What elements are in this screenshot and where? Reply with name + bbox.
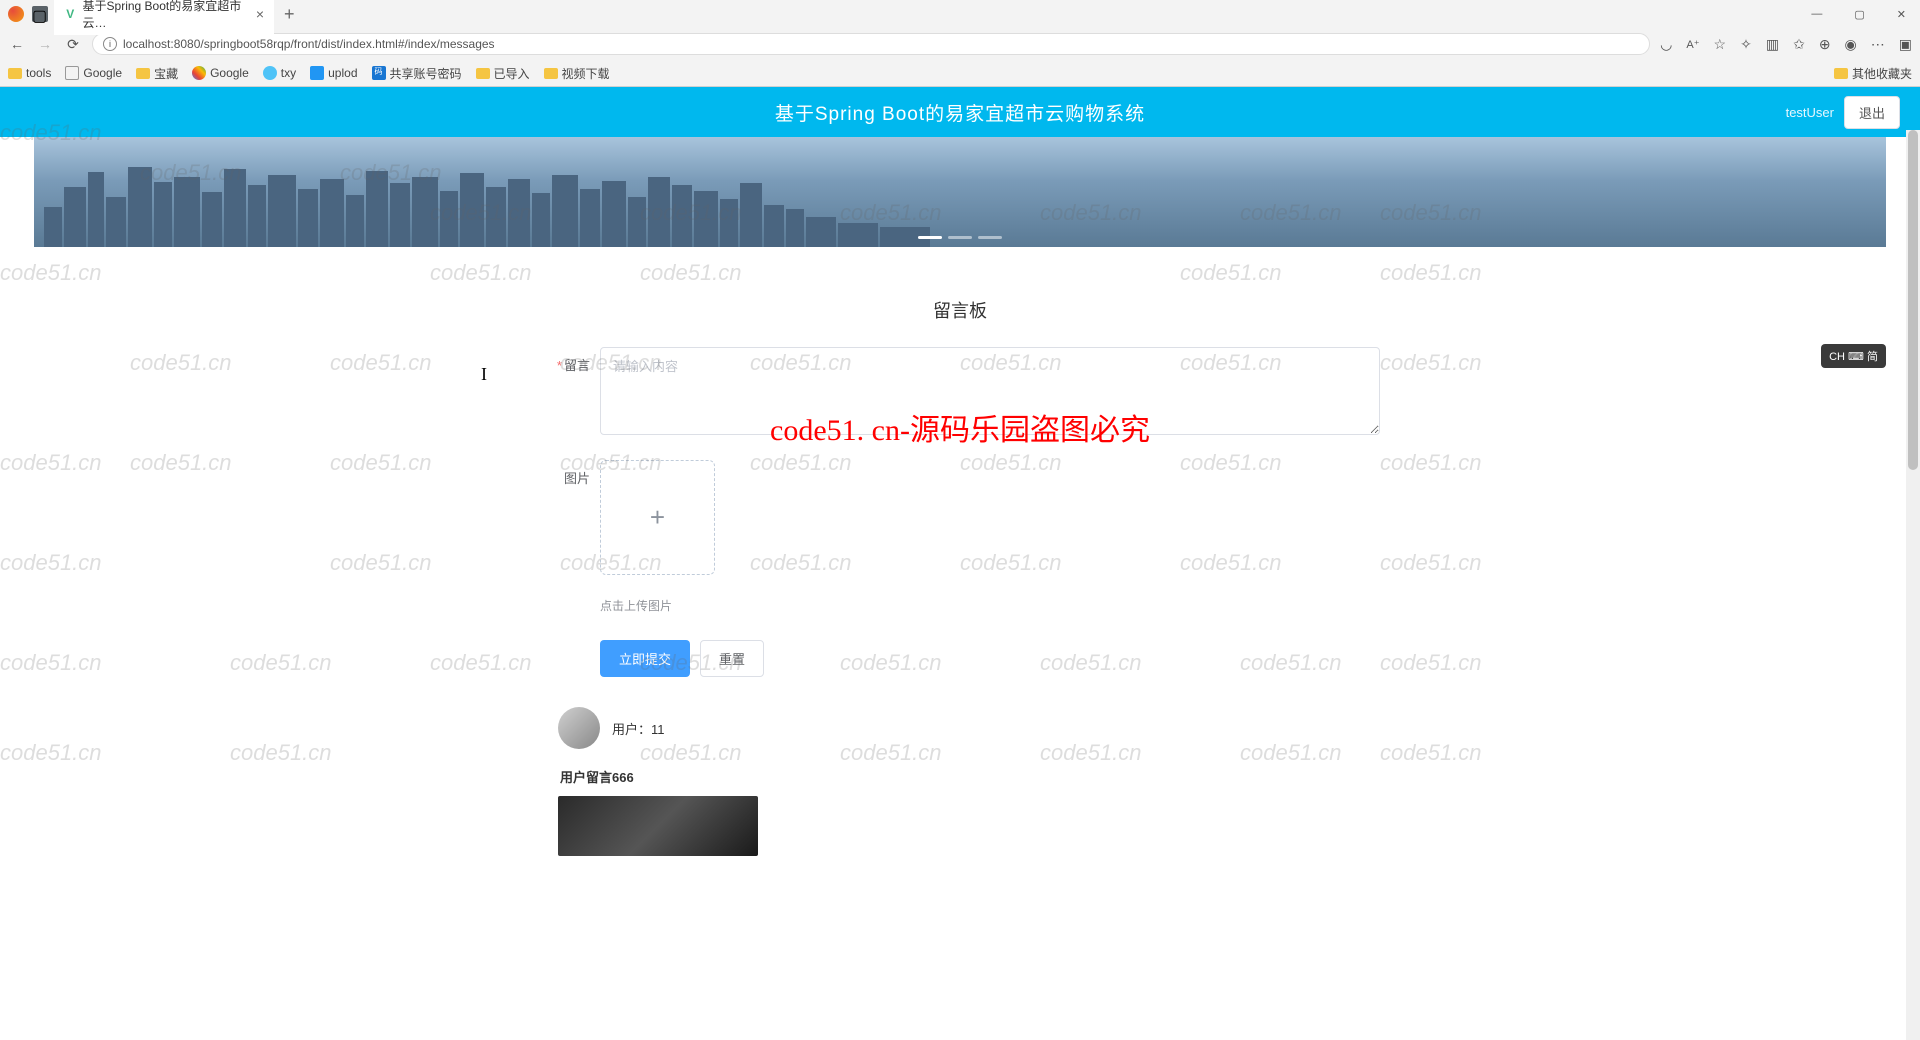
- logout-button[interactable]: 退出: [1844, 96, 1900, 129]
- message-user: 用户：11: [612, 719, 665, 738]
- close-window-icon[interactable]: ✕: [1891, 6, 1912, 23]
- minimize-icon[interactable]: —: [1805, 6, 1828, 23]
- menu-icon[interactable]: ⋯: [1871, 36, 1885, 53]
- refresh-icon[interactable]: ⟳: [64, 35, 82, 53]
- ime-badge[interactable]: CH ⌨ 简: [1821, 344, 1886, 368]
- bookmark[interactable]: uplod: [310, 66, 357, 80]
- site-title: 基于Spring Boot的易家宜超市云购物系统: [775, 99, 1145, 126]
- message-item: 用户：11 用户留言666: [540, 707, 1380, 856]
- submit-button[interactable]: 立即提交: [600, 640, 690, 677]
- message-content: 用户留言666: [558, 767, 1380, 786]
- message-row: 留言: [540, 347, 1380, 440]
- window-controls: — ▢ ✕: [1805, 6, 1912, 23]
- carousel-dot[interactable]: [918, 236, 942, 239]
- content: 留言板 留言 图片 + 点击上传图片 立即提交 重置 用户: [0, 247, 1920, 926]
- bookmark-folder[interactable]: 已导入: [476, 65, 530, 82]
- read-aloud-icon[interactable]: A⁺: [1686, 38, 1699, 51]
- tracking-icon[interactable]: ◡: [1660, 36, 1672, 53]
- close-icon[interactable]: ×: [256, 7, 264, 21]
- bookmark-folder[interactable]: tools: [8, 66, 51, 80]
- forward-icon[interactable]: →: [36, 35, 54, 53]
- bookmark[interactable]: Google: [192, 66, 249, 80]
- toolbar-icons: ◡ A⁺ ☆ ✧ ▥ ✩ ⊕ ◉ ⋯ ▣: [1660, 36, 1912, 53]
- tab-title: 基于Spring Boot的易家宜超市云…: [83, 0, 246, 31]
- plus-icon: +: [650, 502, 665, 533]
- carousel-dot[interactable]: [978, 236, 1002, 239]
- maximize-icon[interactable]: ▢: [1848, 6, 1870, 23]
- card-title: 留言板: [540, 297, 1380, 323]
- browser-chrome: ▢ V 基于Spring Boot的易家宜超市云… × + — ▢ ✕ ← → …: [0, 0, 1920, 87]
- message-board-card: 留言板 留言 图片 + 点击上传图片 立即提交 重置 用户: [530, 277, 1390, 896]
- message-label: 留言: [540, 347, 600, 440]
- favorites-bar-icon[interactable]: ✩: [1793, 36, 1805, 53]
- carousel-dot[interactable]: [948, 236, 972, 239]
- collections-icon[interactable]: ▥: [1766, 36, 1779, 53]
- username[interactable]: testUser: [1786, 105, 1834, 120]
- address-bar: ← → ⟳ i localhost:8080/springboot58rqp/f…: [0, 28, 1920, 60]
- bookmark[interactable]: 码共享账号密码: [372, 65, 462, 82]
- title-bar: ▢ V 基于Spring Boot的易家宜超市云… × + — ▢ ✕: [0, 0, 1920, 28]
- bookmark-folder[interactable]: 视频下载: [544, 65, 610, 82]
- back-icon[interactable]: ←: [8, 35, 26, 53]
- performance-icon[interactable]: ◉: [1845, 36, 1857, 53]
- favorite-icon[interactable]: ☆: [1714, 36, 1727, 53]
- avatar: [558, 707, 600, 749]
- new-tab-button[interactable]: +: [284, 4, 295, 25]
- image-label: 图片: [540, 460, 600, 614]
- reset-button[interactable]: 重置: [700, 640, 764, 677]
- workspace-icon[interactable]: ▢: [32, 6, 48, 22]
- message-image: [558, 796, 758, 856]
- carousel-dots[interactable]: [918, 236, 1002, 239]
- scrollbar-thumb[interactable]: [1908, 130, 1918, 470]
- site-info-icon[interactable]: i: [103, 37, 117, 51]
- upload-hint: 点击上传图片: [600, 597, 1380, 614]
- profile-icon[interactable]: [8, 6, 24, 22]
- message-input[interactable]: [600, 347, 1380, 435]
- browser-tab[interactable]: V 基于Spring Boot的易家宜超市云… ×: [54, 0, 274, 35]
- bookmark-folder[interactable]: 宝藏: [136, 65, 178, 82]
- downloads-icon[interactable]: ⊕: [1819, 36, 1831, 53]
- bookmark[interactable]: txy: [263, 66, 296, 80]
- page-header: 基于Spring Boot的易家宜超市云购物系统 testUser 退出: [0, 87, 1920, 137]
- upload-button[interactable]: +: [600, 460, 715, 575]
- url-text: localhost:8080/springboot58rqp/front/dis…: [123, 37, 495, 51]
- tab-strip: V 基于Spring Boot的易家宜超市云… × +: [54, 0, 1805, 35]
- image-row: 图片 + 点击上传图片: [540, 460, 1380, 614]
- vue-icon: V: [64, 7, 77, 21]
- url-input[interactable]: i localhost:8080/springboot58rqp/front/d…: [92, 33, 1650, 55]
- sidebar-icon[interactable]: ▣: [1899, 36, 1912, 53]
- scrollbar[interactable]: [1906, 130, 1920, 1040]
- other-bookmarks[interactable]: 其他收藏夹: [1834, 65, 1912, 82]
- bookmarks-bar: tools Google 宝藏 Google txy uplod 码共享账号密码…: [0, 60, 1920, 86]
- banner-carousel[interactable]: [34, 137, 1886, 247]
- bookmark[interactable]: Google: [65, 66, 122, 80]
- extensions-icon[interactable]: ✧: [1740, 36, 1752, 53]
- button-row: 立即提交 重置: [540, 640, 1380, 677]
